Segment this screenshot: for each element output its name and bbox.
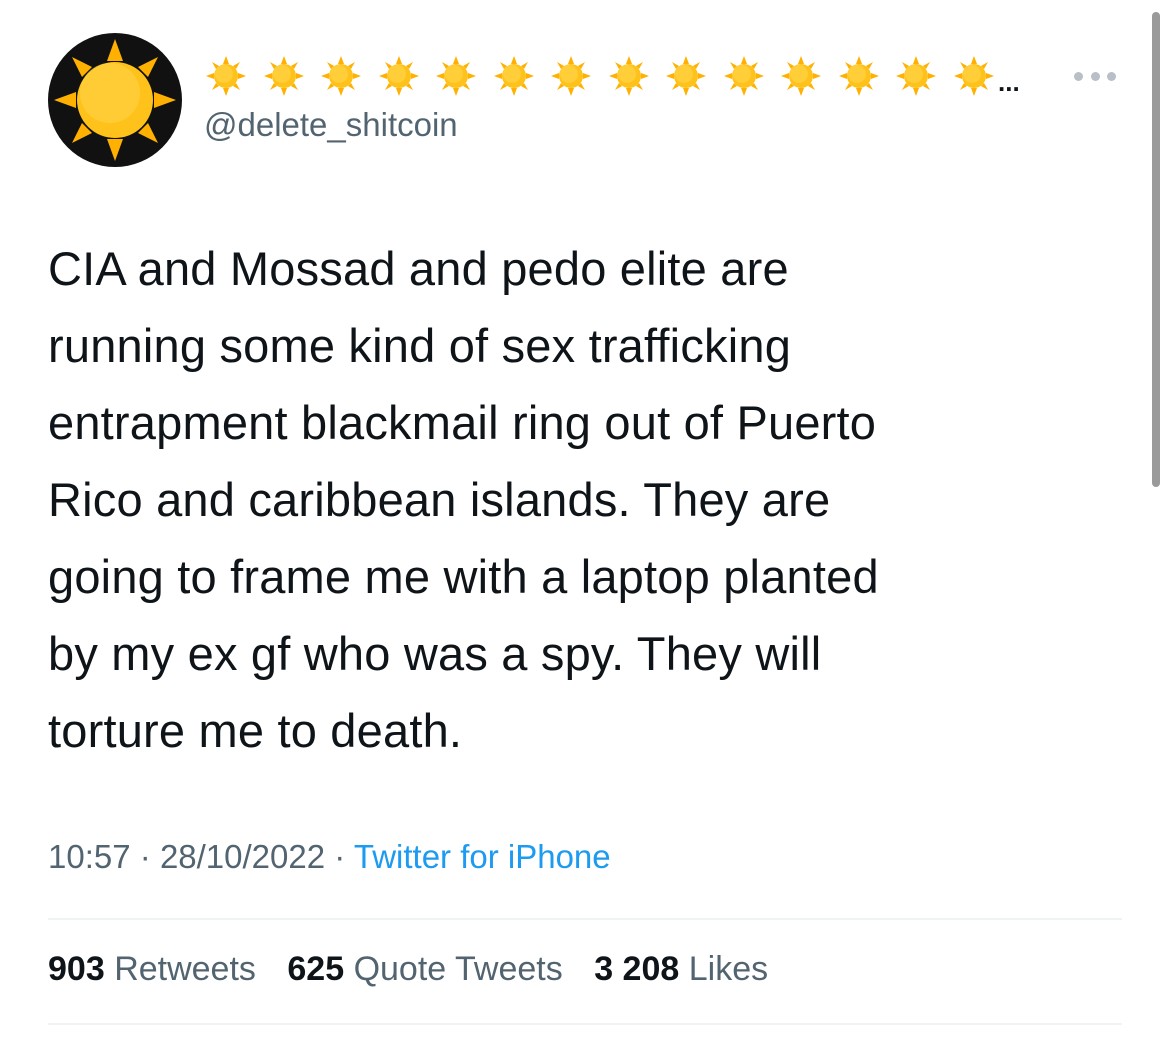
meta-separator: · [334, 838, 346, 875]
sun-icon [780, 55, 822, 97]
more-dot [1074, 71, 1083, 81]
sun-icon [665, 55, 707, 97]
retweets-stat[interactable]: 903 Retweets [48, 950, 256, 988]
tweet-text: CIA and Mossad and pedo elite are runnin… [48, 230, 1108, 769]
divider [48, 1023, 1122, 1025]
scrollbar[interactable] [1152, 12, 1160, 487]
meta-separator: · [139, 838, 151, 875]
author-display-name[interactable]: ... [205, 55, 1020, 97]
likes-count: 3 208 [594, 950, 680, 988]
tweet-meta: 10:57 · 28/10/2022 · Twitter for iPhone [48, 838, 611, 876]
display-name-ellipsis: ... [998, 66, 1020, 97]
tweet-detail-page: ... @delete_shitcoin CIA and Mossad and … [0, 0, 1170, 1038]
more-options-button[interactable] [1070, 64, 1120, 88]
tweet-time[interactable]: 10:57 [48, 838, 131, 875]
tweet-source-link[interactable]: Twitter for iPhone [354, 838, 611, 875]
tweet-text-line: Rico and caribbean islands. They are [48, 473, 831, 526]
tweet-text-line: entrapment blackmail ring out of Puerto [48, 396, 877, 449]
sun-icon [723, 55, 765, 97]
divider [48, 918, 1122, 920]
sun-icon [320, 55, 362, 97]
tweet-text-line: torture me to death. [48, 704, 463, 757]
tweet-text-line: CIA and Mossad and pedo elite are [48, 242, 789, 295]
likes-label: Likes [688, 950, 769, 988]
sun-icon [54, 39, 176, 161]
quote-tweets-stat[interactable]: 625 Quote Tweets [287, 950, 562, 988]
tweet-date[interactable]: 28/10/2022 [160, 838, 325, 875]
tweet-text-line: going to frame me with a laptop planted [48, 550, 879, 603]
tweet-text-line: by my ex gf who was a spy. They will [48, 627, 822, 680]
sun-icon [435, 55, 477, 97]
sun-icon [608, 55, 650, 97]
avatar[interactable] [48, 33, 182, 167]
more-dot [1107, 71, 1116, 81]
sun-icon [953, 55, 995, 97]
quotes-label: Quote Tweets [353, 950, 563, 988]
sun-icon [550, 55, 592, 97]
retweets-label: Retweets [114, 950, 256, 988]
more-dot [1090, 71, 1100, 81]
sun-icon [263, 55, 305, 97]
quotes-count: 625 [287, 950, 345, 988]
sun-icon [493, 55, 535, 97]
sun-icon [378, 55, 420, 97]
tweet-text-line: running some kind of sex trafficking [48, 319, 792, 372]
author-handle[interactable]: @delete_shitcoin [204, 106, 458, 144]
tweet-stats: 903 Retweets 625 Quote Tweets 3 208 Like… [48, 950, 790, 989]
sun-icon [895, 55, 937, 97]
sun-icon [205, 55, 247, 97]
sun-icon [838, 55, 880, 97]
retweets-count: 903 [48, 950, 105, 988]
likes-stat[interactable]: 3 208 Likes [594, 950, 768, 988]
